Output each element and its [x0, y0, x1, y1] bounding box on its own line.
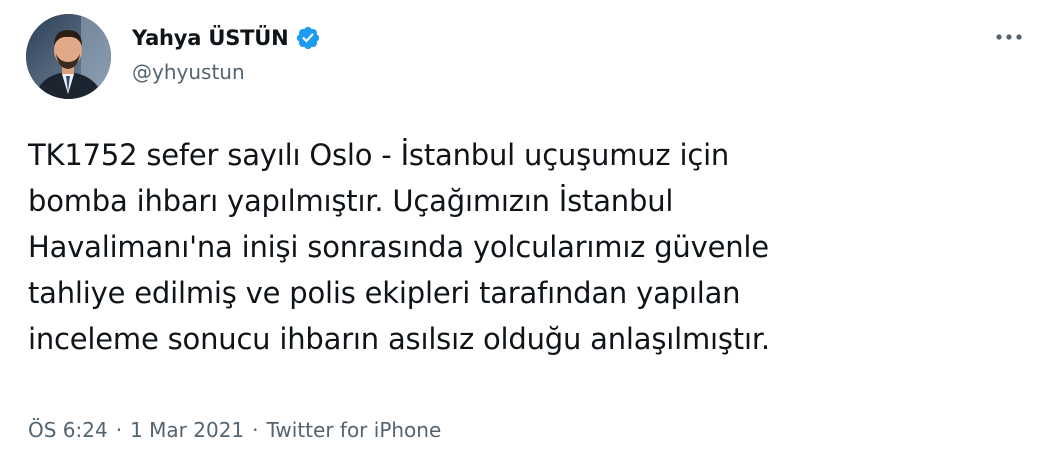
verified-badge-icon [295, 25, 321, 51]
more-options-icon [996, 34, 1022, 40]
name-row: Yahya ÜSTÜN [132, 22, 321, 54]
meta-separator: · [252, 418, 259, 442]
tweet-card: Yahya ÜSTÜN @yhyustun TK1752 sefer sayıl… [0, 0, 1043, 451]
tweet-date-link[interactable]: 1 Mar 2021 [130, 418, 244, 442]
tweet-source: Twitter for iPhone [266, 418, 442, 442]
avatar-image [26, 14, 111, 99]
user-handle[interactable]: @yhyustun [132, 60, 321, 84]
more-options-button[interactable] [989, 26, 1029, 48]
meta-separator: · [115, 418, 123, 442]
avatar[interactable] [26, 14, 111, 99]
tweet-time-link[interactable]: ÖS 6:24 [28, 418, 108, 442]
tweet-metadata: ÖS 6:24 · 1 Mar 2021 · Twitter for iPhon… [28, 418, 441, 442]
author-info: Yahya ÜSTÜN @yhyustun [132, 22, 321, 84]
tweet-text: TK1752 sefer sayılı Oslo - İstanbul uçuş… [28, 138, 770, 356]
display-name[interactable]: Yahya ÜSTÜN [132, 26, 289, 50]
